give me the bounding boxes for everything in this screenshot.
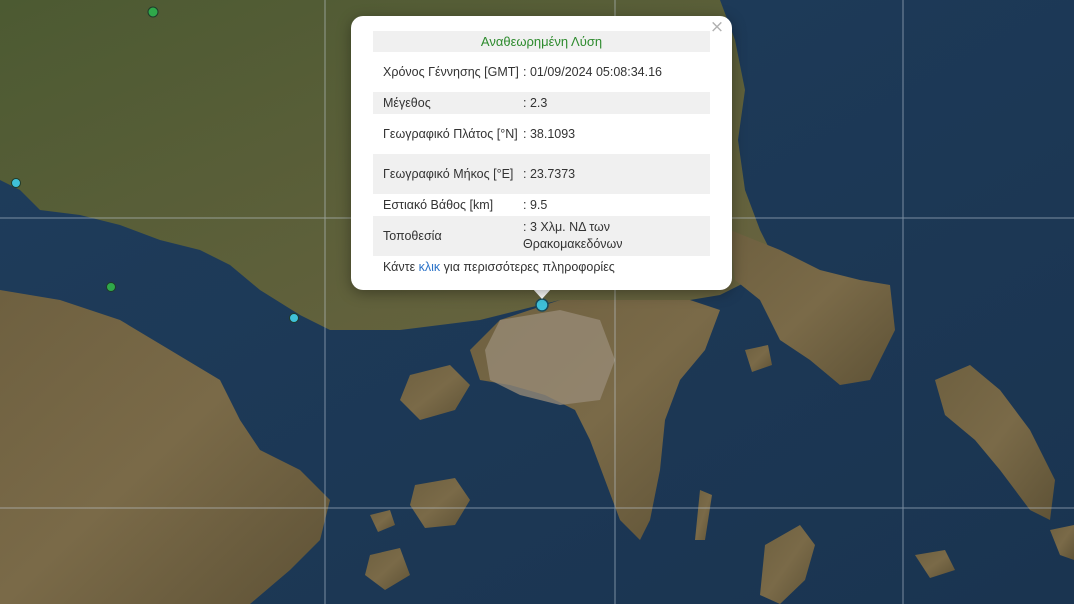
- row-latitude: Γεωγραφικό Πλάτος [°N] : 38.1093: [373, 114, 710, 154]
- value-origin-time: : 01/09/2024 05:08:34.16: [523, 64, 663, 79]
- row-depth: Εστιακό Βάθος [km] : 9.5: [373, 194, 710, 216]
- value-magnitude: : 2.3: [523, 95, 548, 110]
- earthquake-marker-quake-4[interactable]: [289, 313, 299, 323]
- label-origin-time: Χρόνος Γέννησης [GMT]: [383, 64, 519, 79]
- value-location: : 3 Χλμ. ΝΔ των Θρακομακεδόνων: [523, 220, 623, 251]
- popup-title: Αναθεωρημένη Λύση: [373, 31, 710, 52]
- label-depth: Εστιακό Βάθος [km]: [383, 197, 494, 212]
- earthquake-info-table: Αναθεωρημένη Λύση Χρόνος Γέννησης [GMT] …: [373, 31, 710, 278]
- close-icon[interactable]: ×: [709, 19, 725, 36]
- row-magnitude: Μέγεθος : 2.3: [373, 92, 710, 114]
- earthquake-marker-quake-2[interactable]: [11, 178, 21, 188]
- earthquake-marker-quake-3[interactable]: [106, 282, 116, 292]
- label-latitude: Γεωγραφικό Πλάτος [°N]: [383, 126, 518, 141]
- more-info-suffix: για περισσότερες πληροφορίες: [443, 260, 615, 274]
- label-longitude: Γεωγραφικό Μήκος [°E]: [383, 166, 514, 181]
- earthquake-marker-selected-quake[interactable]: [535, 298, 549, 312]
- earthquake-info-popup: × Αναθεωρημένη Λύση Χρόνος Γέννησης [GMT…: [351, 16, 732, 290]
- row-longitude: Γεωγραφικό Μήκος [°E] : 23.7373: [373, 154, 710, 194]
- more-info-line: Κάντε κλικ για περισσότερες πληροφορίες: [373, 256, 710, 278]
- value-depth: : 9.5: [523, 197, 548, 212]
- value-longitude: : 23.7373: [523, 166, 576, 181]
- row-origin-time: Χρόνος Γέννησης [GMT] : 01/09/2024 05:08…: [373, 52, 710, 92]
- more-info-prefix: Κάντε: [383, 260, 416, 274]
- label-location: Τοποθεσία: [383, 228, 442, 243]
- row-location: Τοποθεσία : 3 Χλμ. ΝΔ των Θρακομακεδόνων: [373, 216, 710, 256]
- earthquake-marker-quake-1[interactable]: [147, 6, 159, 18]
- value-latitude: : 38.1093: [523, 126, 576, 141]
- label-magnitude: Μέγεθος: [383, 95, 431, 110]
- more-info-link[interactable]: κλικ: [419, 260, 441, 274]
